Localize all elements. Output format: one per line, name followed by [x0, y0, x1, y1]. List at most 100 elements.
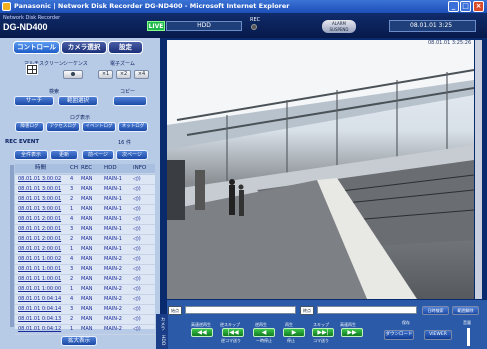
col-hdd[interactable]: HDD	[104, 164, 117, 173]
row-info-icon[interactable]: ◁))	[133, 315, 141, 324]
sequence-button[interactable]	[63, 70, 83, 79]
maximize-button[interactable]: □	[460, 1, 471, 12]
row-info-icon[interactable]: ◁))	[133, 325, 141, 334]
table-row[interactable]: 08.01.01 2:00:01 1 MAN MAIN-1 ◁))	[15, 245, 155, 255]
col-rec[interactable]: REC	[81, 164, 92, 173]
row-info-icon[interactable]: ◁))	[133, 195, 141, 204]
error-log-button[interactable]: 障害ログ	[15, 122, 44, 132]
table-row[interactable]: 08.01.01 0:04:13 2 MAN MAIN-2 ◁))	[15, 315, 155, 325]
camera-video[interactable]	[167, 40, 474, 299]
row-time-link[interactable]: 08.01.01 3:00:01	[18, 195, 61, 204]
row-time-link[interactable]: 08.01.01 1:00:00	[18, 285, 61, 294]
row-time-link[interactable]: 08.01.01 3:00:02	[18, 175, 61, 184]
table-row[interactable]: 08.01.01 0:04:12 1 MAN MAIN-2 ◁))	[15, 325, 155, 335]
zoom-x4-button[interactable]: ×4	[134, 70, 149, 79]
show-all-button[interactable]: 全件表示	[14, 150, 48, 160]
row-info-icon[interactable]: ◁))	[133, 175, 141, 184]
volume-slider[interactable]	[467, 328, 470, 346]
row-time-link[interactable]: 08.01.01 2:00:01	[18, 235, 61, 244]
fast-reverse-button[interactable]: ◀◀	[191, 328, 213, 337]
col-info[interactable]: INFO	[133, 164, 146, 173]
table-row[interactable]: 08.01.01 1:00:01 3 MAN MAIN-2 ◁))	[15, 265, 155, 275]
end-point-field[interactable]	[317, 306, 417, 314]
row-time-link[interactable]: 08.01.01 2:00:01	[18, 225, 61, 234]
row-time-link[interactable]: 08.01.01 1:00:01	[18, 265, 61, 274]
event-list-scrollbar[interactable]	[10, 165, 14, 327]
start-point-field[interactable]	[185, 306, 296, 314]
video-scrollbar[interactable]	[475, 40, 482, 299]
start-point-button[interactable]: 始点	[168, 306, 182, 315]
row-time-link[interactable]: 08.01.01 3:00:01	[18, 185, 61, 194]
table-row[interactable]: 08.01.01 3:00:01 3 MAN MAIN-1 ◁))	[15, 185, 155, 195]
row-time-link[interactable]: 08.01.01 0:04:14	[18, 305, 61, 314]
table-row[interactable]: 08.01.01 3:00:01 1 MAN MAIN-1 ◁))	[15, 205, 155, 215]
zoom-x2-button[interactable]: ×2	[116, 70, 131, 79]
table-row[interactable]: 08.01.01 1:00:01 2 MAN MAIN-2 ◁))	[15, 275, 155, 285]
row-info-icon[interactable]: ◁))	[133, 225, 141, 234]
row-time-link[interactable]: 08.01.01 0:04:14	[18, 295, 61, 304]
row-info-icon[interactable]: ◁))	[133, 185, 141, 194]
row-time-link[interactable]: 08.01.01 0:04:13	[18, 315, 61, 324]
row-info-icon[interactable]: ◁))	[133, 285, 141, 294]
tab-camera-select[interactable]: カメラ選択	[61, 41, 107, 54]
network-log-button[interactable]: ネットログ	[118, 122, 148, 132]
tab-settings[interactable]: 設定	[108, 41, 143, 54]
row-time-link[interactable]: 08.01.01 2:00:01	[18, 245, 61, 254]
table-row[interactable]: 08.01.01 2:00:01 4 MAN MAIN-1 ◁))	[15, 215, 155, 225]
play-button[interactable]: ▶	[283, 328, 305, 337]
fast-play-button[interactable]: ▶▶	[341, 328, 363, 337]
next-page-button[interactable]: 次ページ	[116, 150, 148, 160]
col-time[interactable]: 時間	[35, 164, 46, 173]
enlarge-button[interactable]: 拡大表示	[61, 336, 97, 346]
alarm-suspend-button[interactable]: ALARM SUSPEND	[322, 20, 356, 33]
zoom-x1-button[interactable]: ×1	[98, 70, 113, 79]
download-button[interactable]: ダウンロード	[384, 330, 414, 340]
table-row[interactable]: 08.01.01 1:00:02 4 MAN MAIN-2 ◁))	[15, 255, 155, 265]
event-log-button[interactable]: イベントログ	[82, 122, 116, 132]
table-row[interactable]: 08.01.01 3:00:01 2 MAN MAIN-1 ◁))	[15, 195, 155, 205]
multiscreen-grid-icon[interactable]	[26, 64, 38, 75]
tab-control[interactable]: コントロール	[13, 41, 60, 54]
row-time-link[interactable]: 08.01.01 1:00:01	[18, 275, 61, 284]
search-button[interactable]: サーチ	[14, 96, 54, 106]
table-row[interactable]: 08.01.01 3:00:02 4 MAN MAIN-1 ◁))	[15, 175, 155, 185]
row-hdd: MAIN-2	[104, 286, 122, 292]
copy-button[interactable]	[113, 96, 147, 106]
camera-hdd-tab[interactable]: カメラ HDD	[156, 314, 168, 349]
row-info-icon[interactable]: ◁))	[133, 245, 141, 254]
table-row[interactable]: 08.01.01 2:00:01 3 MAN MAIN-1 ◁))	[15, 225, 155, 235]
row-time-link[interactable]: 08.01.01 3:00:01	[18, 205, 61, 214]
access-log-button[interactable]: アクセスログ	[46, 122, 80, 132]
skip-button[interactable]: ▶▶|	[312, 328, 334, 337]
reverse-skip-button[interactable]: |◀◀	[222, 328, 244, 337]
table-row[interactable]: 08.01.01 1:00:00 1 MAN MAIN-2 ◁))	[15, 285, 155, 295]
row-info-icon[interactable]: ◁))	[133, 205, 141, 214]
row-info-icon[interactable]: ◁))	[133, 215, 141, 224]
end-point-button[interactable]: 終点	[300, 306, 314, 315]
table-row[interactable]: 08.01.01 0:04:14 4 MAN MAIN-2 ◁))	[15, 295, 155, 305]
col-ch[interactable]: CH	[70, 164, 78, 173]
table-row[interactable]: 08.01.01 2:00:01 2 MAN MAIN-1 ◁))	[15, 235, 155, 245]
viewer-button[interactable]: VIEWER	[424, 330, 452, 340]
hdd-mode: HDD	[166, 21, 242, 31]
row-time-link[interactable]: 08.01.01 0:04:12	[18, 325, 61, 334]
close-button[interactable]: ×	[473, 1, 484, 12]
row-info-icon[interactable]: ◁))	[133, 305, 141, 314]
table-row[interactable]: 08.01.01 0:04:14 3 MAN MAIN-2 ◁))	[15, 305, 155, 315]
row-rec-mode: MAN	[81, 226, 93, 232]
row-channel: 2	[70, 196, 74, 202]
row-time-link[interactable]: 08.01.01 2:00:01	[18, 215, 61, 224]
row-info-icon[interactable]: ◁))	[133, 295, 141, 304]
row-info-icon[interactable]: ◁))	[133, 235, 141, 244]
minimize-button[interactable]: _	[448, 1, 459, 12]
row-info-icon[interactable]: ◁))	[133, 255, 141, 264]
reverse-play-button[interactable]: ◀	[253, 328, 275, 337]
prev-page-button[interactable]: 前ページ	[82, 150, 114, 160]
refresh-button[interactable]: 更新	[50, 150, 78, 160]
row-time-link[interactable]: 08.01.01 1:00:02	[18, 255, 61, 264]
range-select-button[interactable]: 範囲選択	[58, 96, 98, 106]
row-info-icon[interactable]: ◁))	[133, 265, 141, 274]
row-info-icon[interactable]: ◁))	[133, 275, 141, 284]
range-clear-button[interactable]: 範囲解除	[452, 306, 479, 315]
datetime-search-button[interactable]: 日時検索	[422, 306, 449, 315]
